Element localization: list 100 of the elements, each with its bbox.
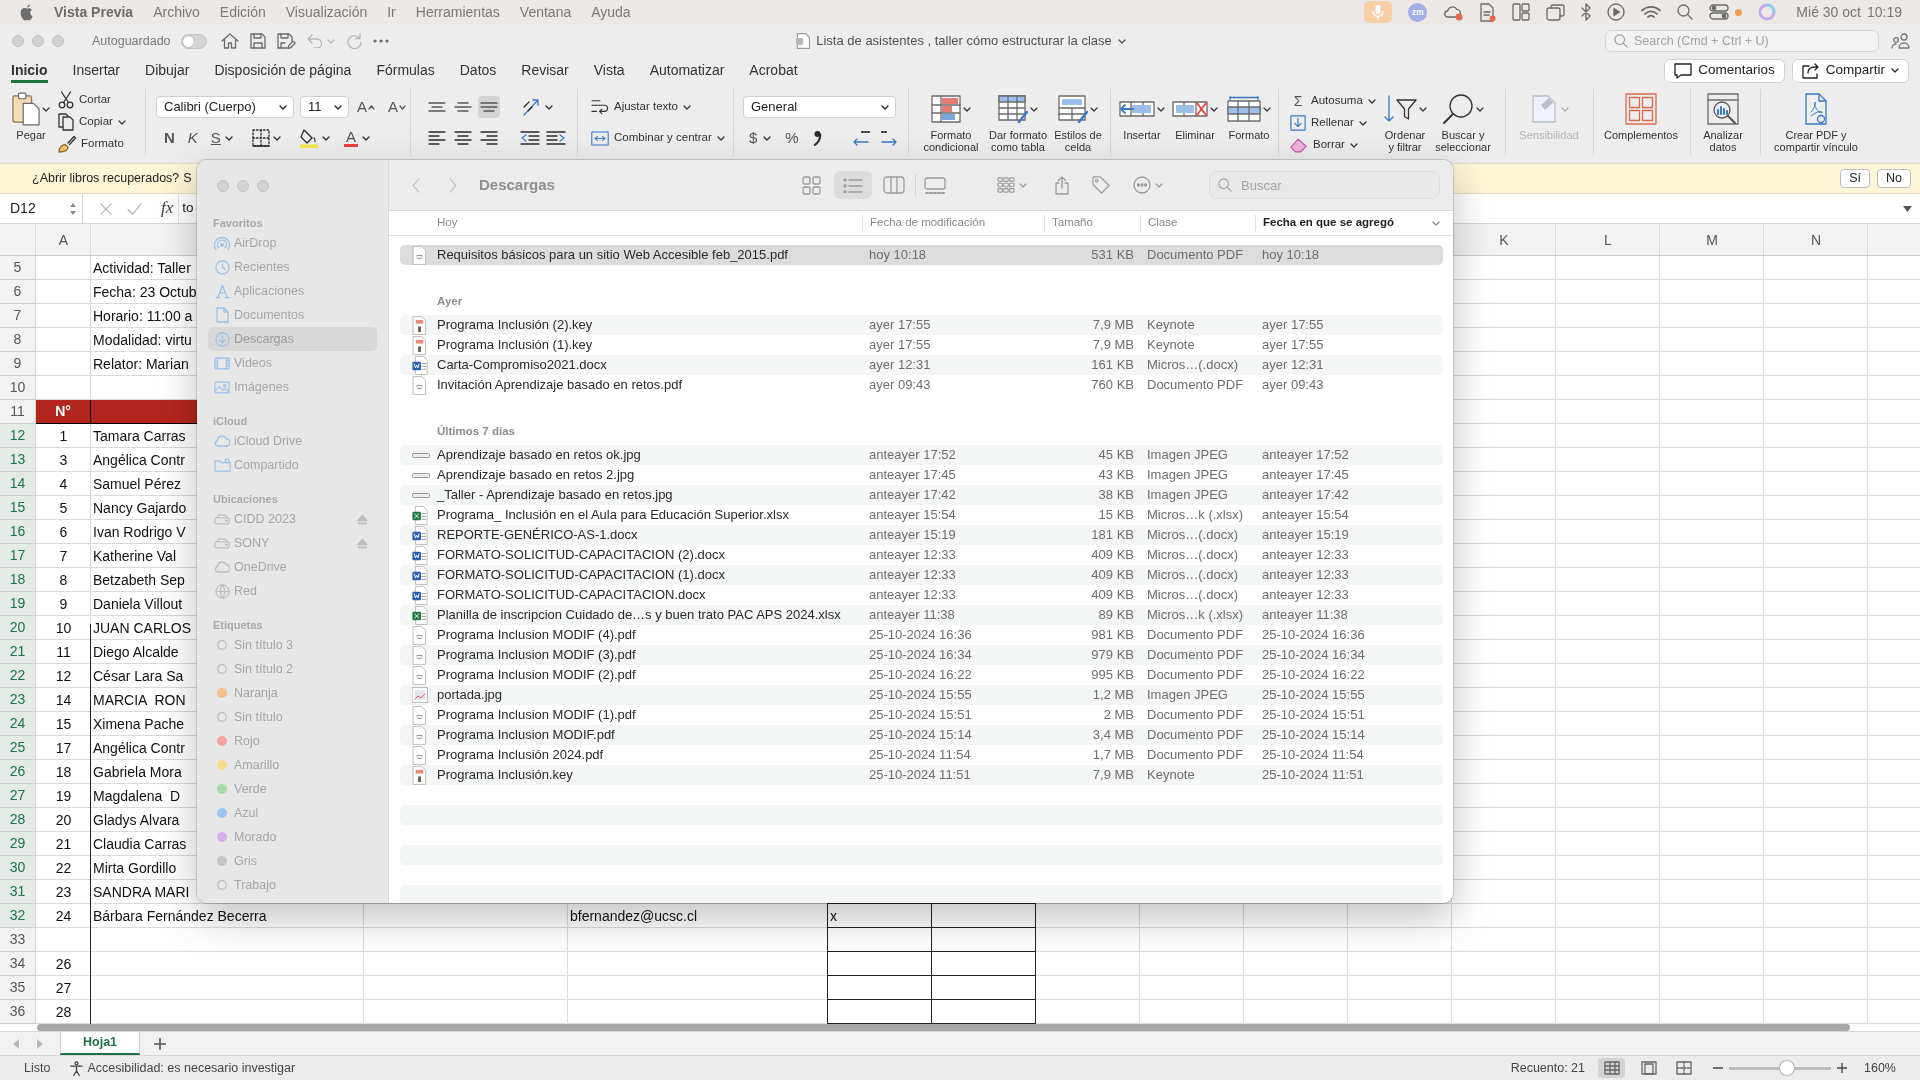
menu-item[interactable]: Ir <box>387 3 396 21</box>
menu-clock[interactable]: 10:19 <box>1866 3 1902 21</box>
align-center-icon[interactable] <box>454 131 472 145</box>
caret-icon[interactable] <box>1117 38 1126 44</box>
caret-icon[interactable] <box>763 135 772 141</box>
conditional-format-button[interactable]: Formato condicional <box>920 89 982 157</box>
sort-filter-button[interactable]: Ordenar y filtrar <box>1382 89 1428 153</box>
caret-icon[interactable] <box>881 104 889 110</box>
caret-icon[interactable] <box>1210 106 1218 112</box>
row-header[interactable]: 33 <box>0 928 36 952</box>
caret-icon[interactable] <box>1891 68 1899 73</box>
fill-button[interactable]: Rellenar <box>1290 112 1380 134</box>
ribbon-tab[interactable]: Revisar <box>521 58 569 83</box>
accessibility-icon[interactable] <box>69 1060 85 1076</box>
format-as-table-button[interactable]: Dar formato como tabla <box>985 89 1051 157</box>
file-row[interactable]: Programa Inclusion MODIF.pdf 25-10-2024 15:14 3,4 MB Documento PDF 25-10-2024 15:14 <box>400 725 1443 745</box>
delete-cells-button[interactable]: Eliminar <box>1172 89 1218 157</box>
column-header[interactable]: K <box>1452 224 1556 256</box>
share-button[interactable]: Compartir <box>1791 58 1909 83</box>
slider-thumb[interactable] <box>1780 1061 1795 1075</box>
menu-item[interactable]: Ventana <box>519 3 572 21</box>
stepper-icon[interactable] <box>69 201 77 216</box>
bluetooth-icon[interactable] <box>1581 3 1592 21</box>
file-row[interactable]: Requisitos básicos para un sitio Web Accesible feb_2015.pdf hoy 10:18 531 KB Documento PDF hoy 10:18 <box>400 245 1443 265</box>
group-icon[interactable] <box>997 177 1015 193</box>
people-icon[interactable] <box>1891 33 1910 49</box>
caret-icon[interactable] <box>716 135 725 141</box>
row-header[interactable]: 13 <box>0 448 36 472</box>
insert-function-button[interactable]: fx <box>161 198 174 219</box>
row-header[interactable]: 14 <box>0 472 36 496</box>
increase-indent-icon[interactable] <box>546 131 566 145</box>
row-header[interactable]: 17 <box>0 544 36 568</box>
caret-icon[interactable] <box>1030 106 1038 112</box>
windows-icon[interactable] <box>1546 3 1566 21</box>
ribbon-tab[interactable]: Inicio <box>11 58 48 83</box>
caret-icon[interactable] <box>42 106 50 112</box>
column-header[interactable]: Fecha en que se agregó <box>1263 216 1394 230</box>
file-row[interactable]: Programa Inclusion MODIF (3).pdf 25-10-2024 16:34 979 KB Documento PDF 25-10-2024 16:34 <box>400 645 1443 665</box>
caret-icon[interactable] <box>1263 106 1271 112</box>
row-header[interactable]: 24 <box>0 712 36 736</box>
save-icon[interactable] <box>249 33 266 49</box>
file-row[interactable]: Aprendizaje basado en retos 2.jpg anteayer 17:45 43 KB Imagen JPEG anteayer 17:45 <box>400 465 1443 485</box>
row-header[interactable]: 18 <box>0 568 36 592</box>
clear-button[interactable]: Borrar <box>1290 134 1380 156</box>
file-row[interactable]: Programa Inclusión (2).key ayer 17:55 7,9 MB Keynote ayer 17:55 <box>400 315 1443 335</box>
more-icon[interactable] <box>372 39 389 43</box>
ribbon-tab[interactable]: Vista <box>593 58 625 83</box>
row-header[interactable]: 10 <box>0 376 36 400</box>
row-header[interactable]: 25 <box>0 736 36 760</box>
cell-styles-button[interactable]: Estilos de celda <box>1054 89 1102 157</box>
search-field[interactable]: Search (Cmd + Ctrl + U) <box>1605 30 1879 52</box>
merge-center-button[interactable]: Combinar y centrar <box>591 127 725 149</box>
column-header[interactable]: N <box>1764 224 1868 256</box>
sum-button[interactable]: Σ Autosuma <box>1290 90 1380 112</box>
zoom-in-icon[interactable] <box>1837 1063 1847 1073</box>
add-sheet-icon[interactable] <box>154 1037 167 1050</box>
brush-button[interactable]: Formato <box>58 133 126 155</box>
analyze-data-button[interactable]: Analizar datos <box>1699 89 1747 157</box>
caret-icon[interactable] <box>1358 120 1367 126</box>
file-row[interactable]: Carta-Compromiso2021.docx ayer 12:31 161 KB Micros…(.docx) ayer 12:31 <box>400 355 1443 375</box>
home-icon[interactable] <box>220 33 239 49</box>
file-row[interactable]: Programa Inclusion MODIF (4).pdf 25-10-2024 16:36 981 KB Documento PDF 25-10-2024 16:36 <box>400 625 1443 645</box>
row-header[interactable]: 30 <box>0 856 36 880</box>
menu-item[interactable]: Herramientas <box>415 3 500 21</box>
file-row[interactable]: Aprendizaje basado en retos ok.jpg anteayer 17:52 45 KB Imagen JPEG anteayer 17:52 <box>400 445 1443 465</box>
caret-icon[interactable] <box>1419 106 1427 112</box>
horizontal-scrollbar[interactable] <box>37 1024 1850 1031</box>
row-header[interactable]: 12 <box>0 424 36 448</box>
row-header[interactable]: 5 <box>0 256 36 280</box>
ribbon-tab[interactable]: Automatizar <box>649 58 725 83</box>
play-icon[interactable] <box>1607 3 1626 21</box>
column-header[interactable]: A <box>36 224 91 256</box>
file-row[interactable]: Programa Inclusion MODIF (2).pdf 25-10-2024 16:22 995 KB Documento PDF 25-10-2024 16:22 <box>400 665 1443 685</box>
dialog-button[interactable]: No <box>1877 169 1911 188</box>
caret-icon[interactable] <box>1367 98 1376 104</box>
save-as-icon[interactable] <box>276 33 296 49</box>
caret-icon[interactable] <box>682 104 691 110</box>
format-cells-button[interactable]: Formato <box>1226 89 1272 157</box>
control-center-icon[interactable] <box>1709 4 1730 20</box>
ribbon-tab[interactable]: Insertar <box>72 58 121 83</box>
caret-icon[interactable] <box>963 106 971 112</box>
file-row[interactable]: Invitación Aprendizaje basado en retos.pdf ayer 09:43 760 KB Documento PDF ayer 09:43 <box>400 375 1443 395</box>
caret-icon[interactable] <box>321 135 330 141</box>
caret-icon[interactable] <box>1476 106 1484 112</box>
orientation-icon[interactable] <box>522 98 542 116</box>
shrink-font-button[interactable]: A <box>388 98 407 116</box>
column-header[interactable]: L <box>1556 224 1660 256</box>
share-icon[interactable] <box>1055 175 1069 195</box>
row-header[interactable]: 34 <box>0 952 36 976</box>
font-color-button[interactable]: A <box>343 129 358 147</box>
caret-icon[interactable] <box>1090 106 1098 112</box>
create-pdf-button[interactable]: Crear PDF y compartir vínculo <box>1767 89 1865 157</box>
insert-cells-button[interactable]: Insertar <box>1120 89 1164 157</box>
row-header[interactable]: 22 <box>0 664 36 688</box>
percent-button[interactable]: % <box>785 129 799 147</box>
row-header[interactable]: 19 <box>0 592 36 616</box>
caret-icon[interactable] <box>334 104 342 110</box>
row-header[interactable]: 31 <box>0 880 36 904</box>
panels-icon[interactable] <box>1512 3 1531 21</box>
zoom-percent[interactable]: 160% <box>1864 1060 1896 1076</box>
